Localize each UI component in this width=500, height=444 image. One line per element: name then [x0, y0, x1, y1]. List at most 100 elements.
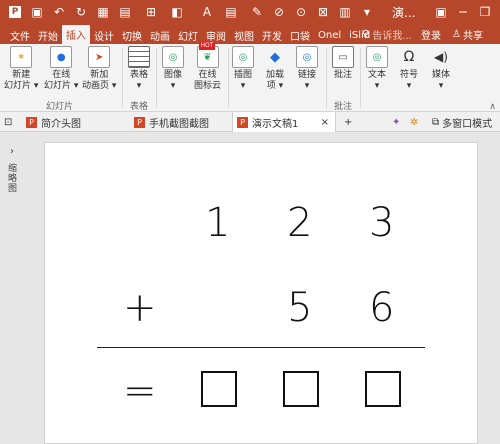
tab-file[interactable]: 文件	[6, 26, 34, 44]
ppt-file-icon: P	[26, 116, 37, 128]
addins-button[interactable]: ◆ 加载 项 ▾	[264, 46, 286, 92]
image-icon: ◎	[162, 46, 184, 68]
brush-icon[interactable]: ✎	[246, 0, 268, 24]
group-label-comment: 批注	[334, 102, 353, 112]
tab-menu-icon[interactable]: ⊡	[0, 112, 20, 132]
tab-developer[interactable]: 开发	[258, 26, 286, 44]
plus-sign[interactable]: +	[123, 288, 157, 328]
tab-home[interactable]: 开始	[34, 26, 62, 44]
link-icon: ◎	[296, 46, 318, 68]
new-slide-button[interactable]: ✶ 新建 幻灯片 ▾	[4, 46, 38, 92]
illustration-button[interactable]: ◎ 插图 ▾	[232, 46, 254, 92]
anim-page-icon: ➤	[88, 46, 111, 68]
text-button[interactable]: ◎ 文本 ▾	[366, 46, 388, 92]
text-label: 文本	[367, 70, 386, 80]
share-button[interactable]: ♙ 共享	[452, 24, 483, 44]
thumbnail-pane: › 缩略图	[0, 132, 28, 444]
doc-tab[interactable]: P 手机截图截图	[130, 112, 230, 132]
doc-tab-active[interactable]: P 演示文稿1 ×	[232, 112, 336, 132]
media-label: 媒体	[431, 70, 450, 80]
tab-view[interactable]: 视图	[230, 26, 258, 44]
table-icon	[128, 46, 150, 68]
image-label: 图像	[163, 70, 182, 80]
close-tab-icon[interactable]: ×	[321, 117, 329, 128]
digit-6[interactable]: 6	[369, 288, 394, 328]
addins-icon: ◆	[270, 49, 280, 65]
add-tab-button[interactable]: +	[340, 112, 354, 132]
grid-icon[interactable]: ▦	[92, 0, 114, 24]
multi-window-button[interactable]: ⧉ 多窗口模式	[428, 112, 500, 132]
comment-icon: ▭	[332, 46, 354, 68]
redo-icon[interactable]: ↻	[70, 0, 92, 24]
answer-box[interactable]	[365, 371, 401, 407]
maximize-button[interactable]: ❐	[474, 0, 496, 24]
media-button[interactable]: ◀) 媒体 ▾	[430, 46, 452, 92]
symbol-label: 符号	[399, 70, 418, 80]
pin-icon[interactable]: ⊙	[290, 0, 312, 24]
note-icon[interactable]: ▥	[334, 0, 356, 24]
hot-badge: HOT	[198, 42, 216, 50]
text-icon: ◎	[366, 46, 388, 68]
answer-box[interactable]	[283, 371, 319, 407]
table-button[interactable]: 表格 ▾	[128, 46, 150, 92]
image-button[interactable]: ◎ 图像 ▾	[162, 46, 184, 92]
slide-canvas[interactable]: 1 2 3 + 5 6 =	[44, 142, 478, 444]
link-button[interactable]: ◎ 链接 ▾	[296, 46, 318, 92]
symbol-dropdown-icon: ▾	[406, 81, 412, 91]
document-tab-bar: ⊡ P 简介头图 P 手机截图截图 P 演示文稿1 × + ✦ ✲ ⧉ 多窗口模…	[0, 112, 500, 132]
doc-tab-label: 手机截图截图	[149, 118, 209, 130]
shape-icon[interactable]: ◧	[166, 0, 188, 24]
table-dropdown-icon: ▾	[136, 81, 142, 91]
tab-design[interactable]: 设计	[90, 26, 118, 44]
speaker-icon: ◀)	[434, 49, 448, 64]
symbol-button[interactable]: Ω 符号 ▾	[398, 46, 420, 92]
expand-pane-icon[interactable]: ›	[10, 146, 14, 157]
minimize-button[interactable]: ─	[452, 0, 474, 24]
ribbon-separator	[360, 48, 361, 108]
format-icon[interactable]: ⊞	[140, 0, 162, 24]
new-anim-page-button[interactable]: ➤ 新加 动画页 ▾	[82, 46, 116, 92]
text-dropdown-icon: ▾	[374, 81, 380, 91]
dropdown-icon[interactable]: ▾	[356, 0, 378, 24]
sum-line[interactable]	[97, 347, 425, 348]
cube-icon[interactable]: ⊠	[312, 0, 334, 24]
answer-box[interactable]	[201, 371, 237, 407]
ppt-file-icon: P	[134, 116, 145, 128]
clipboard-icon[interactable]: ▤	[220, 0, 242, 24]
online-icon-button[interactable]: HOT ❦ 在线 图标云	[194, 42, 221, 92]
equals-sign[interactable]: =	[123, 371, 157, 411]
group-label-slides: 幻灯片	[46, 102, 74, 112]
collapse-ribbon-icon[interactable]: ∧	[489, 102, 496, 112]
tab-pocket[interactable]: 口袋	[286, 26, 314, 44]
layout-icon[interactable]: ▤	[114, 0, 136, 24]
undo-icon[interactable]: ↶	[48, 0, 70, 24]
comment-button[interactable]: ▭ 批注	[332, 46, 354, 81]
new-slide-label: 新建 幻灯片 ▾	[4, 70, 39, 91]
tab-onekey[interactable]: Onel	[314, 26, 345, 44]
tab-transitions[interactable]: 切换	[118, 26, 146, 44]
pin-tab-icon[interactable]: ✦	[388, 112, 406, 132]
digit-3[interactable]: 3	[369, 203, 394, 243]
digit-2[interactable]: 2	[287, 203, 312, 243]
ribbon-tabs: 文件 开始 插入 设计 切换 动画 幻灯 审阅 视图 开发 口袋 Onel iS…	[0, 24, 500, 44]
online-slide-button[interactable]: ● 在线 幻灯片 ▾	[44, 46, 78, 92]
digit-1[interactable]: 1	[205, 203, 230, 243]
lightbulb-icon: ♀	[362, 28, 370, 40]
online-icon-cloud-icon: HOT ❦	[196, 42, 219, 68]
save-icon[interactable]: ▣	[26, 0, 48, 24]
tab-animations[interactable]: 动画	[146, 26, 174, 44]
multi-window-label: 多窗口模式	[442, 118, 493, 130]
login-link[interactable]: 登录	[421, 24, 441, 44]
new-slide-icon: ✶	[10, 46, 33, 68]
eraser-icon[interactable]: ⊘	[268, 0, 290, 24]
text-a-icon[interactable]: A	[196, 0, 218, 24]
digit-5[interactable]: 5	[287, 288, 312, 328]
tab-insert[interactable]: 插入	[62, 25, 90, 44]
ribbon-display-icon[interactable]: ▣	[430, 0, 452, 24]
new-anim-page-label: 新加 动画页 ▾	[82, 70, 117, 91]
doc-tab[interactable]: P 简介头图	[22, 112, 130, 132]
person-icon: ♙	[452, 28, 461, 40]
settings-gear-icon[interactable]: ✲	[406, 112, 424, 132]
tell-me-search[interactable]: ♀ 告诉我...	[362, 24, 412, 44]
title-bar: P ▣ ↶ ↻ ▦ ▤ ⊞ ◧ A ▤ ✎ ⊘ ⊙ ⊠ ▥ ▾ 演... ▣ ─…	[0, 0, 500, 24]
